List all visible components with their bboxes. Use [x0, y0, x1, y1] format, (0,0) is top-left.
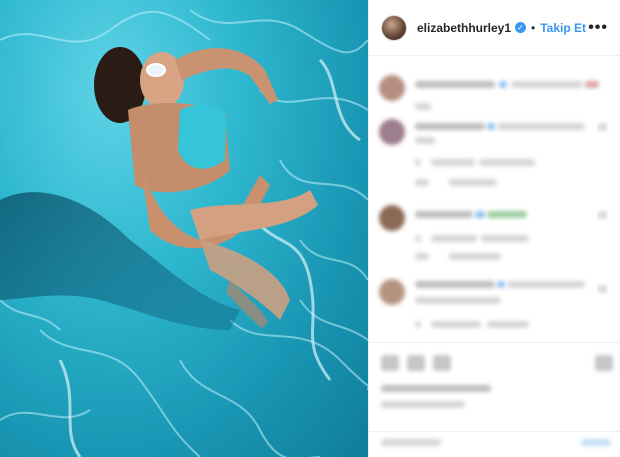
comment-text	[497, 123, 585, 130]
share-icon[interactable]	[433, 355, 451, 371]
avatar[interactable]	[381, 14, 407, 41]
comment-text	[415, 211, 473, 218]
comment-text	[415, 137, 435, 144]
post-media[interactable]	[0, 0, 368, 457]
avatar[interactable]	[379, 119, 405, 145]
reply-text	[449, 179, 497, 186]
avatar[interactable]	[379, 205, 405, 231]
follow-button[interactable]: Takip Et	[540, 21, 586, 35]
divider	[369, 431, 620, 432]
header-separator: •	[531, 20, 536, 35]
verified-badge-icon	[497, 281, 505, 288]
like-icon[interactable]	[598, 285, 607, 293]
post-side-panel: elizabethhurley1 ✓ • Takip Et •••	[368, 0, 620, 457]
more-options-icon[interactable]: •••	[588, 19, 608, 36]
verified-badge-icon	[475, 211, 485, 218]
bookmark-icon[interactable]	[595, 355, 613, 371]
comment-text	[415, 281, 495, 288]
reply-text	[431, 235, 477, 242]
post-actions	[369, 342, 620, 457]
like-icon[interactable]	[598, 211, 607, 219]
verified-badge-icon	[487, 123, 495, 130]
avatar[interactable]	[379, 279, 405, 305]
comment-text	[415, 81, 495, 88]
reply-text	[479, 159, 535, 166]
reply-text	[415, 321, 421, 328]
reply-text	[431, 321, 481, 328]
reply-text	[487, 321, 529, 328]
comment-icon[interactable]	[407, 355, 425, 371]
verified-badge-icon: ✓	[515, 22, 527, 33]
likes-count[interactable]	[381, 385, 491, 392]
reply-text	[415, 159, 421, 166]
reply-text	[415, 179, 429, 186]
like-icon[interactable]	[598, 123, 607, 131]
comment-text	[415, 103, 431, 110]
reply-text	[415, 235, 421, 242]
avatar[interactable]	[379, 75, 405, 101]
emoji	[487, 211, 527, 218]
like-icon[interactable]	[381, 355, 399, 371]
post-timestamp	[381, 401, 465, 408]
comments-list[interactable]	[369, 57, 620, 342]
comment-text	[507, 281, 585, 288]
add-comment-input[interactable]	[381, 439, 441, 446]
reply-text	[415, 253, 429, 260]
post-header: elizabethhurley1 ✓ • Takip Et •••	[369, 0, 620, 56]
reply-text	[481, 235, 529, 242]
post-comment-button[interactable]	[581, 439, 611, 446]
comment-text	[511, 81, 583, 88]
comment-text	[415, 297, 501, 304]
list-item	[369, 117, 620, 197]
pool-photo	[0, 9, 368, 457]
emoji	[585, 81, 599, 88]
list-item	[369, 203, 620, 283]
username[interactable]: elizabethhurley1	[417, 21, 511, 35]
verified-badge-icon	[499, 81, 507, 88]
comment-text	[415, 123, 485, 130]
reply-text	[431, 159, 475, 166]
list-item	[369, 277, 620, 342]
reply-text	[449, 253, 501, 260]
